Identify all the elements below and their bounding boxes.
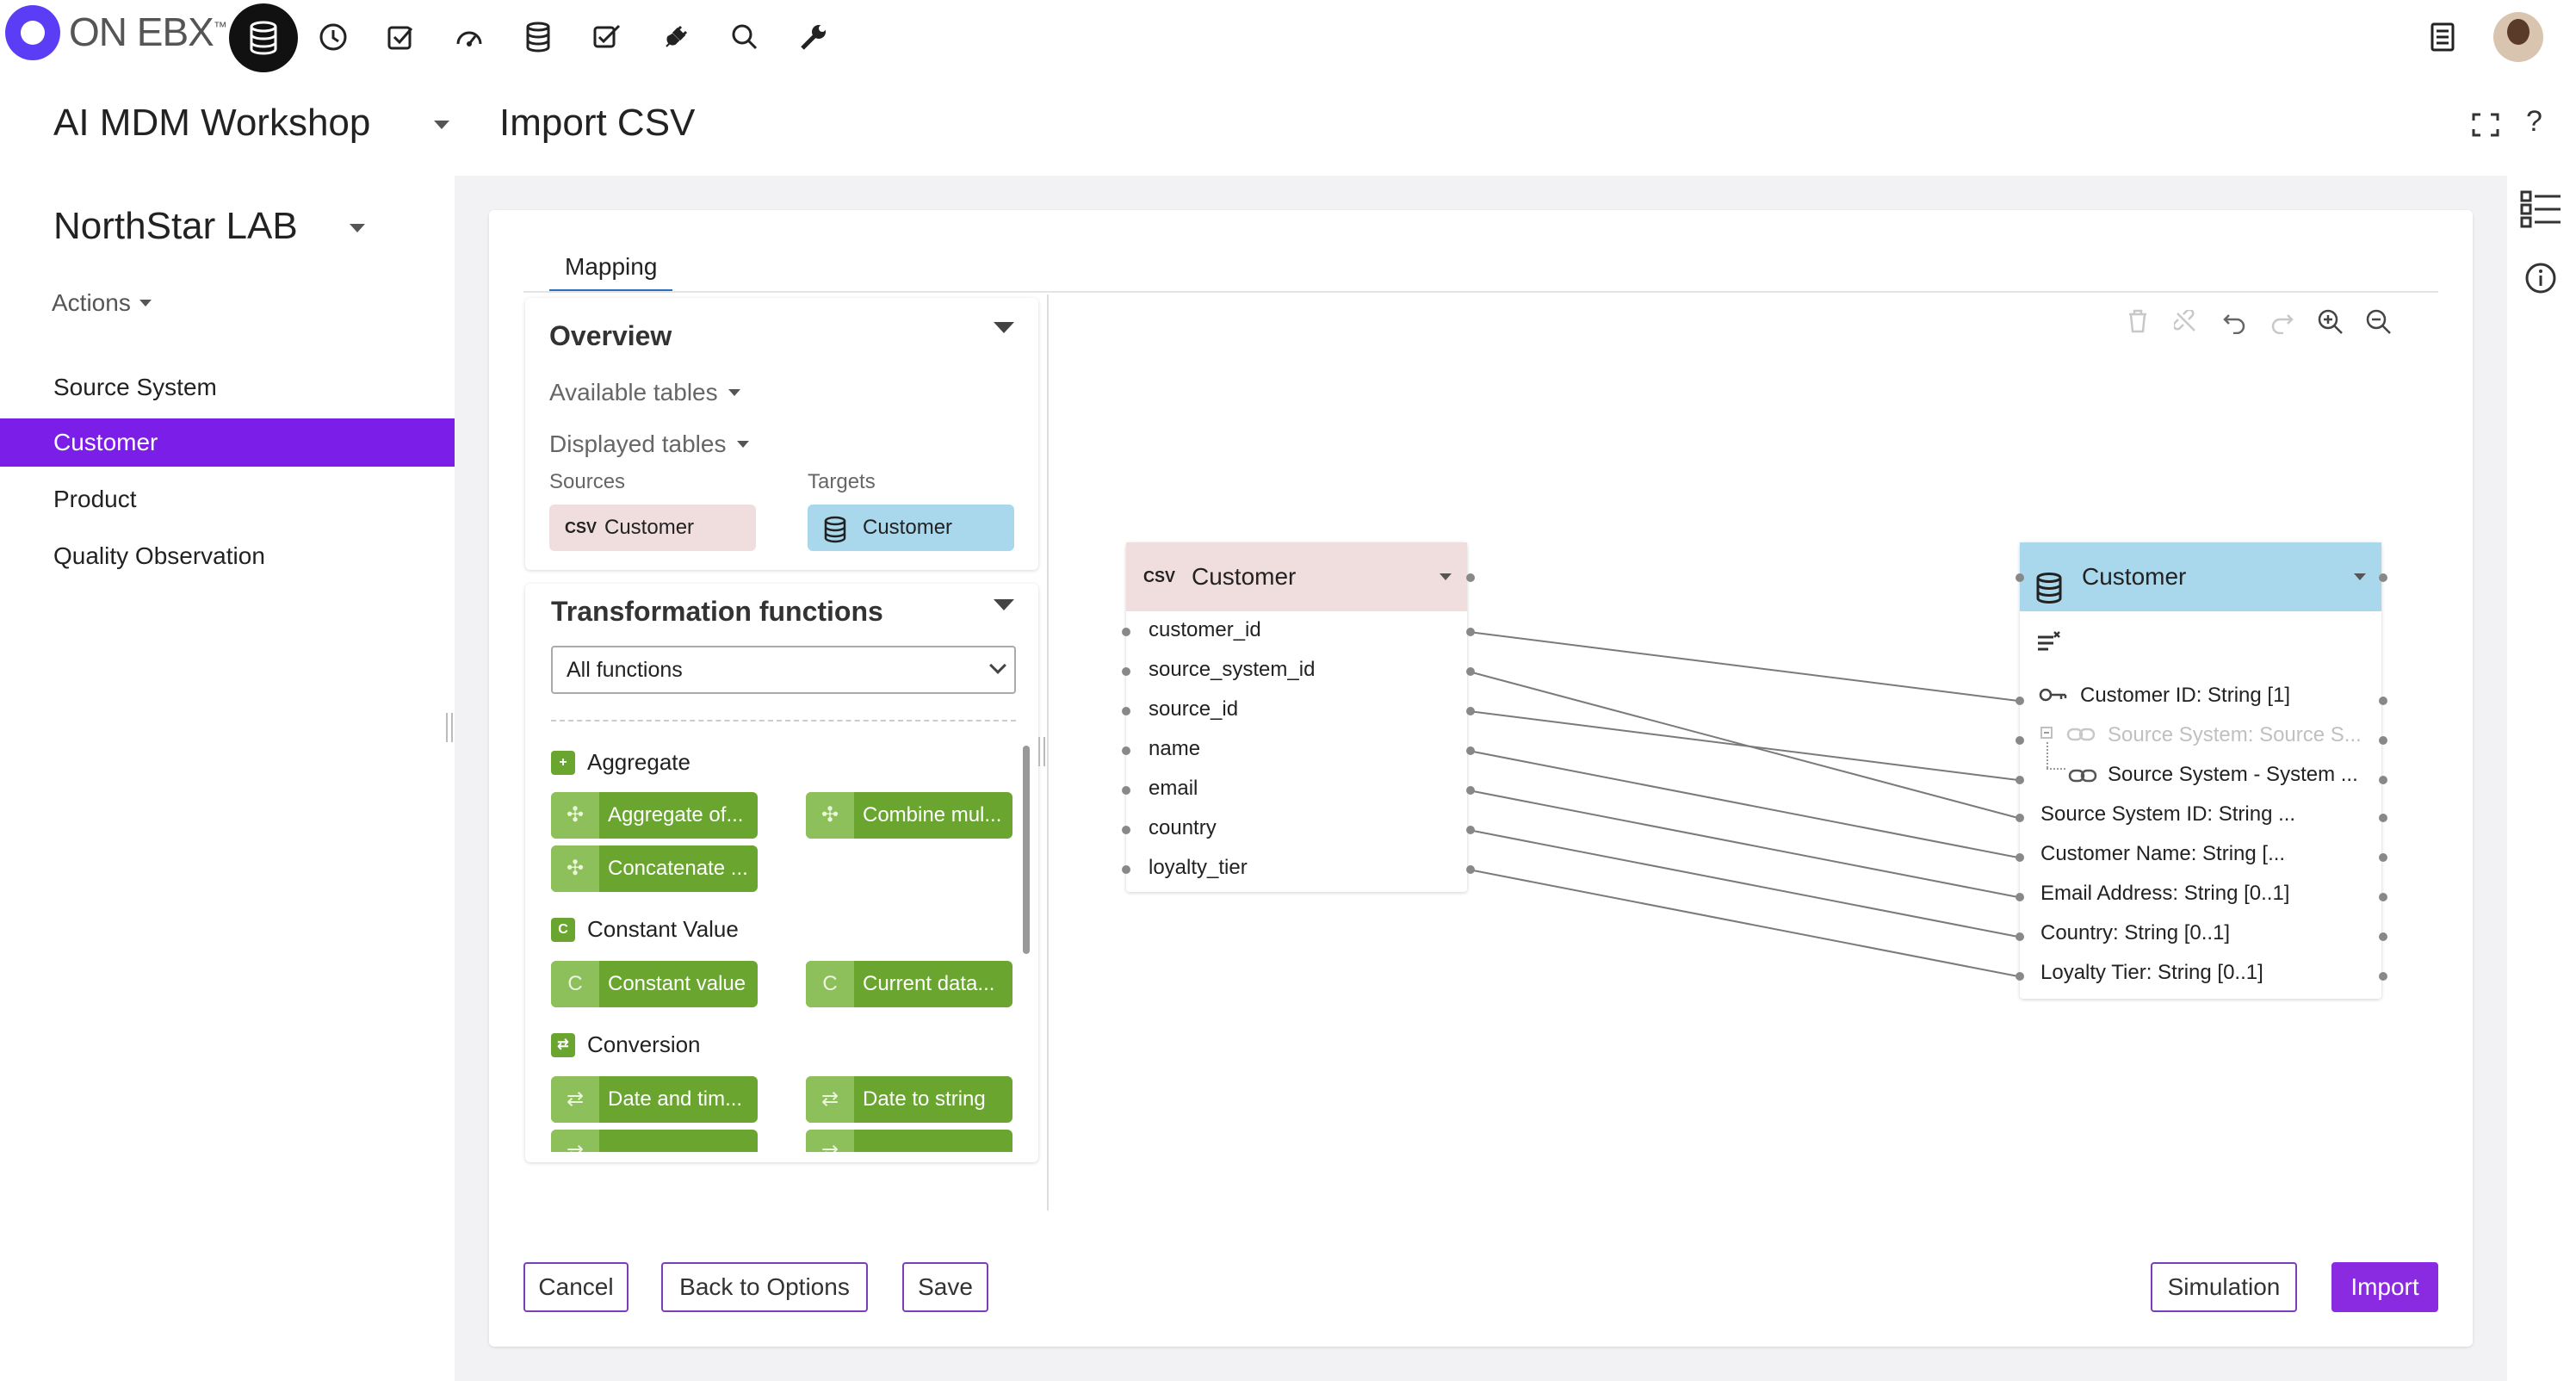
import-button[interactable]: Import bbox=[2331, 1262, 2438, 1312]
target-table-menu-icon[interactable] bbox=[2354, 573, 2366, 580]
cancel-button[interactable]: Cancel bbox=[523, 1262, 629, 1312]
target-field[interactable]: Loyalty Tier: String [0..1] bbox=[2040, 961, 2263, 985]
port[interactable] bbox=[1466, 826, 1475, 834]
link-icon bbox=[2066, 727, 2096, 742]
port[interactable] bbox=[1466, 865, 1475, 874]
port[interactable] bbox=[2016, 893, 2024, 901]
save-button[interactable]: Save bbox=[902, 1262, 988, 1312]
port[interactable] bbox=[2016, 736, 2024, 745]
simulation-button[interactable]: Simulation bbox=[2151, 1262, 2297, 1312]
port[interactable] bbox=[2016, 972, 2024, 981]
database-icon bbox=[2035, 561, 2063, 630]
port[interactable] bbox=[1122, 707, 1130, 715]
port[interactable] bbox=[1122, 865, 1130, 874]
key-icon bbox=[2039, 685, 2068, 704]
port[interactable] bbox=[2379, 893, 2387, 901]
port[interactable] bbox=[2379, 736, 2387, 745]
tree-connector bbox=[2047, 742, 2048, 768]
source-field[interactable]: loyalty_tier bbox=[1149, 856, 1248, 880]
target-header-port[interactable] bbox=[2016, 573, 2024, 582]
port[interactable] bbox=[2379, 697, 2387, 705]
port[interactable] bbox=[1122, 746, 1130, 755]
tree-connector bbox=[2047, 768, 2065, 770]
port[interactable] bbox=[1122, 826, 1130, 834]
csv-icon: CSV bbox=[1143, 568, 1176, 585]
source-header-port[interactable] bbox=[1466, 573, 1475, 582]
port[interactable] bbox=[2016, 853, 2024, 862]
link-customer-id[interactable] bbox=[1468, 631, 2019, 702]
target-table[interactable]: Customer Customer ID: String [1] Source … bbox=[2020, 542, 2381, 999]
target-header-port[interactable] bbox=[2379, 573, 2387, 582]
port[interactable] bbox=[2379, 776, 2387, 784]
source-field[interactable]: country bbox=[1149, 816, 1217, 840]
clear-mapping-icon[interactable] bbox=[2035, 629, 2063, 656]
target-table-header[interactable]: Customer bbox=[2020, 542, 2381, 611]
port[interactable] bbox=[1122, 628, 1130, 636]
target-field[interactable]: Customer Name: String [... bbox=[2040, 842, 2285, 866]
target-field[interactable]: Customer ID: String [1] bbox=[2080, 684, 2290, 708]
collapse-toggle[interactable] bbox=[2040, 727, 2053, 739]
back-to-options-button[interactable]: Back to Options bbox=[661, 1262, 868, 1312]
link-icon bbox=[2068, 768, 2097, 783]
target-field[interactable]: Source System ID: String ... bbox=[2040, 802, 2295, 827]
port[interactable] bbox=[1466, 786, 1475, 795]
source-table-header[interactable]: CSV Customer bbox=[1126, 542, 1467, 611]
source-table-menu-icon[interactable] bbox=[1440, 573, 1452, 580]
source-field[interactable]: customer_id bbox=[1149, 618, 1261, 642]
port[interactable] bbox=[2379, 972, 2387, 981]
target-field[interactable]: Country: String [0..1] bbox=[2040, 921, 2230, 945]
target-table-title: Customer bbox=[2082, 563, 2187, 590]
port[interactable] bbox=[1122, 786, 1130, 795]
link-name[interactable] bbox=[1468, 750, 2019, 858]
source-table-title: Customer bbox=[1192, 563, 1297, 590]
port[interactable] bbox=[2379, 853, 2387, 862]
source-table[interactable]: CSV Customer customer_id source_system_i… bbox=[1126, 542, 1467, 892]
port[interactable] bbox=[1122, 667, 1130, 676]
source-field[interactable]: source_id bbox=[1149, 697, 1238, 721]
link-email[interactable] bbox=[1468, 790, 2019, 898]
port[interactable] bbox=[2016, 932, 2024, 941]
source-field[interactable]: name bbox=[1149, 737, 1200, 761]
link-loyalty-tier[interactable] bbox=[1468, 869, 2019, 977]
source-field[interactable]: email bbox=[1149, 777, 1198, 801]
port[interactable] bbox=[1466, 707, 1475, 715]
link-country[interactable] bbox=[1468, 829, 2019, 938]
target-field[interactable]: Source System: Source S... bbox=[2108, 723, 2362, 747]
source-field[interactable]: source_system_id bbox=[1149, 658, 1315, 682]
port[interactable] bbox=[2016, 776, 2024, 784]
port[interactable] bbox=[1466, 628, 1475, 636]
port[interactable] bbox=[2016, 814, 2024, 822]
target-field[interactable]: Source System - System ... bbox=[2108, 763, 2358, 787]
target-field[interactable]: Email Address: String [0..1] bbox=[2040, 882, 2289, 906]
port[interactable] bbox=[1466, 746, 1475, 755]
port[interactable] bbox=[1466, 667, 1475, 676]
port[interactable] bbox=[2379, 814, 2387, 822]
port[interactable] bbox=[2016, 697, 2024, 705]
link-source-id[interactable] bbox=[1468, 710, 2019, 781]
port[interactable] bbox=[2379, 932, 2387, 941]
